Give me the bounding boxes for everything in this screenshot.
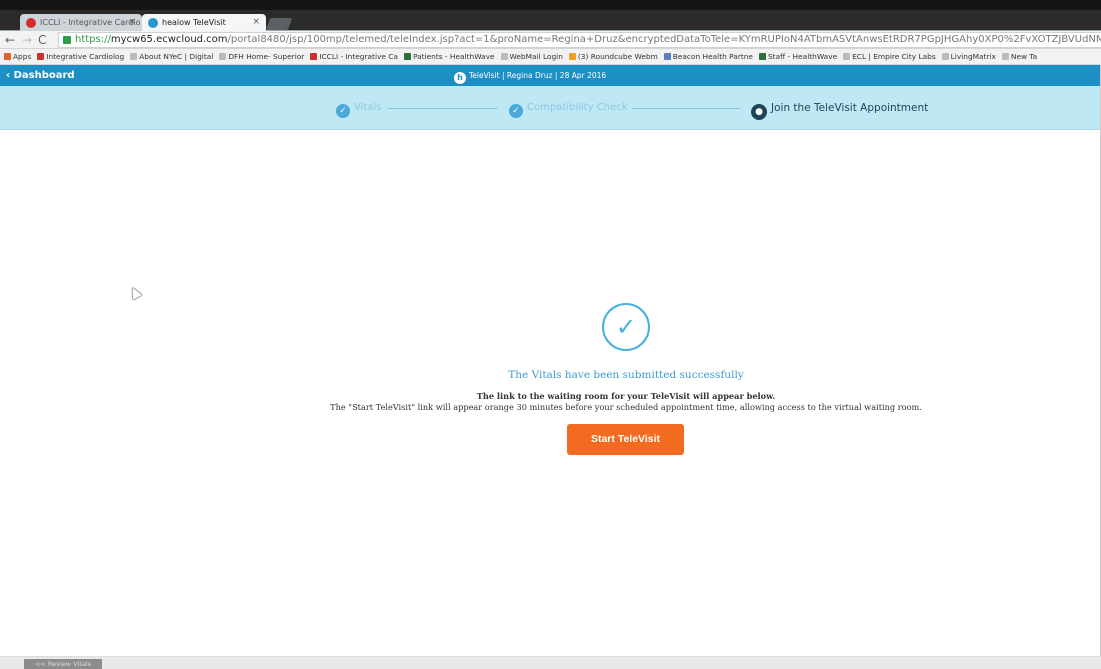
page-icon <box>130 53 138 60</box>
bookmark-item[interactable]: ICCLI - Integrative Ca <box>310 49 398 64</box>
step-connector <box>388 108 498 109</box>
success-check-icon: ✓ <box>602 303 650 351</box>
page-icon <box>1001 53 1009 60</box>
bookmark-item[interactable]: Staff - HealthWave <box>758 49 838 64</box>
back-arrow-icon[interactable]: ← <box>5 32 15 48</box>
bookmark-label: Integrative Cardiolog <box>46 52 125 61</box>
new-tab-button[interactable] <box>265 18 293 30</box>
heart-icon <box>37 53 45 60</box>
browser-tab-strip: ICCLI - Integrative Cardio × healow Tele… <box>0 10 1101 31</box>
bookmark-item[interactable]: Beacon Health Partne <box>663 49 753 64</box>
bookmark-label: LivingMatrix <box>950 52 996 61</box>
lock-icon <box>63 36 71 44</box>
bookmark-item[interactable]: About NYeC | Digital <box>130 49 214 64</box>
page-icon <box>219 53 227 60</box>
bookmark-label: Staff - HealthWave <box>767 52 838 61</box>
tab-label: healow TeleVisit <box>162 18 226 27</box>
tab-close-icon[interactable]: × <box>128 14 136 31</box>
bookmark-label: Beacon Health Partne <box>672 52 753 61</box>
url-protocol: https:// <box>75 34 111 45</box>
url-field[interactable]: https://mycw65.ecwcloud.com/portal8480/j… <box>58 32 1101 48</box>
url-host: mycw65.ecwcloud.com <box>110 34 228 45</box>
televisit-patient-date: TeleVisit | Regina Druz | 28 Apr 2016 <box>469 71 607 80</box>
main-content: ✓ The Vitals have been submitted success… <box>0 131 1101 656</box>
bookmark-label: Patients - HealthWave <box>412 52 495 61</box>
page-icon <box>843 53 851 60</box>
success-title: The Vitals have been submitted successfu… <box>508 369 744 381</box>
step-label: Compatibility Check <box>527 102 628 113</box>
bookmark-label: ECL | Empire City Labs <box>852 52 936 61</box>
step-vitals: ✓ Vitals <box>336 86 381 130</box>
bookmark-label: DFH Home- Superior <box>228 52 305 61</box>
bookmark-item[interactable]: Integrative Cardiolog <box>37 49 125 64</box>
step-join-televisit: ● Join the TeleVisit Appointment <box>751 86 928 130</box>
bookmark-label: ICCLI - Integrative Ca <box>319 52 398 61</box>
window-top-strip <box>0 0 1101 10</box>
bookmark-label: (3) Roundcube Webm <box>577 52 658 61</box>
step-label: Join the TeleVisit Appointment <box>771 102 929 114</box>
healow-favicon-icon <box>148 18 158 28</box>
footer-bar: << Review Vitals <box>0 656 1101 669</box>
bookmark-item[interactable]: LivingMatrix <box>941 49 996 64</box>
healthwave-icon <box>758 53 766 60</box>
bookmark-item[interactable]: WebMail Login <box>500 49 563 64</box>
start-televisit-button[interactable]: Start TeleVisit <box>567 424 684 455</box>
browser-tab-healow[interactable]: healow TeleVisit × <box>142 14 266 31</box>
url-path: /portal8480/jsp/100mp/telemed/teleIndex.… <box>227 34 1101 45</box>
reload-icon[interactable]: C <box>38 32 46 48</box>
roundcube-icon <box>568 53 576 60</box>
check-circle-icon: ✓ <box>509 104 523 118</box>
healow-logo-icon: h <box>454 72 466 84</box>
step-label: Vitals <box>354 102 382 113</box>
bookmark-label: New Ta <box>1010 52 1038 61</box>
bookmark-label: About NYeC | Digital <box>139 52 214 61</box>
progress-steps: ✓ Vitals ✓ Compatibility Check ● Join the T… <box>0 86 1101 130</box>
step-compatibility-check: ✓ Compatibility Check <box>509 86 627 130</box>
bookmark-item[interactable]: (3) Roundcube Webm <box>568 49 658 64</box>
dashboard-back-link[interactable]: ‹ Dashboard <box>6 65 75 86</box>
app-header: ‹ Dashboard h TeleVisit | Regina Druz | 2… <box>0 65 1101 86</box>
page-icon <box>500 53 508 60</box>
bookmark-item[interactable]: Patients - HealthWave <box>403 49 495 64</box>
page-icon <box>941 53 949 60</box>
tab-close-icon[interactable]: × <box>252 14 260 31</box>
step-connector <box>632 108 740 109</box>
start-link-info: The "Start TeleVisit" link will appear o… <box>330 402 922 412</box>
bookmark-item[interactable]: ECL | Empire City Labs <box>843 49 936 64</box>
waiting-room-info: The link to the waiting room for your Te… <box>476 391 776 401</box>
heart-icon <box>310 53 318 60</box>
beacon-icon <box>663 53 671 60</box>
check-circle-icon: ✓ <box>336 104 350 118</box>
televisit-header-info: h TeleVisit | Regina Druz | 28 Apr 2016 <box>454 65 606 86</box>
forward-arrow-icon[interactable]: → <box>22 32 32 48</box>
browser-address-bar: ← → C https://mycw65.ecwcloud.com/portal… <box>0 31 1101 49</box>
page: ICCLI - Integrative Cardio × healow Tele… <box>0 0 1101 669</box>
video-chat-icon: ● <box>751 104 767 120</box>
bookmarks-bar: Apps Integrative Cardiolog About NYeC | Di… <box>0 49 1101 65</box>
bookmark-item[interactable]: DFH Home- Superior <box>219 49 305 64</box>
bookmark-item[interactable]: Apps <box>4 49 32 64</box>
apps-grid-icon <box>4 53 11 60</box>
heart-favicon-icon <box>26 18 36 28</box>
bookmark-label: Apps <box>13 52 32 61</box>
healthwave-icon <box>403 53 411 60</box>
review-vitals-button[interactable]: << Review Vitals <box>24 659 102 669</box>
tab-label: ICCLI - Integrative Cardio <box>40 18 141 27</box>
bookmark-label: WebMail Login <box>509 52 563 61</box>
browser-tab-iccli[interactable]: ICCLI - Integrative Cardio × <box>20 14 142 31</box>
bookmark-item[interactable]: New Ta <box>1001 49 1038 64</box>
